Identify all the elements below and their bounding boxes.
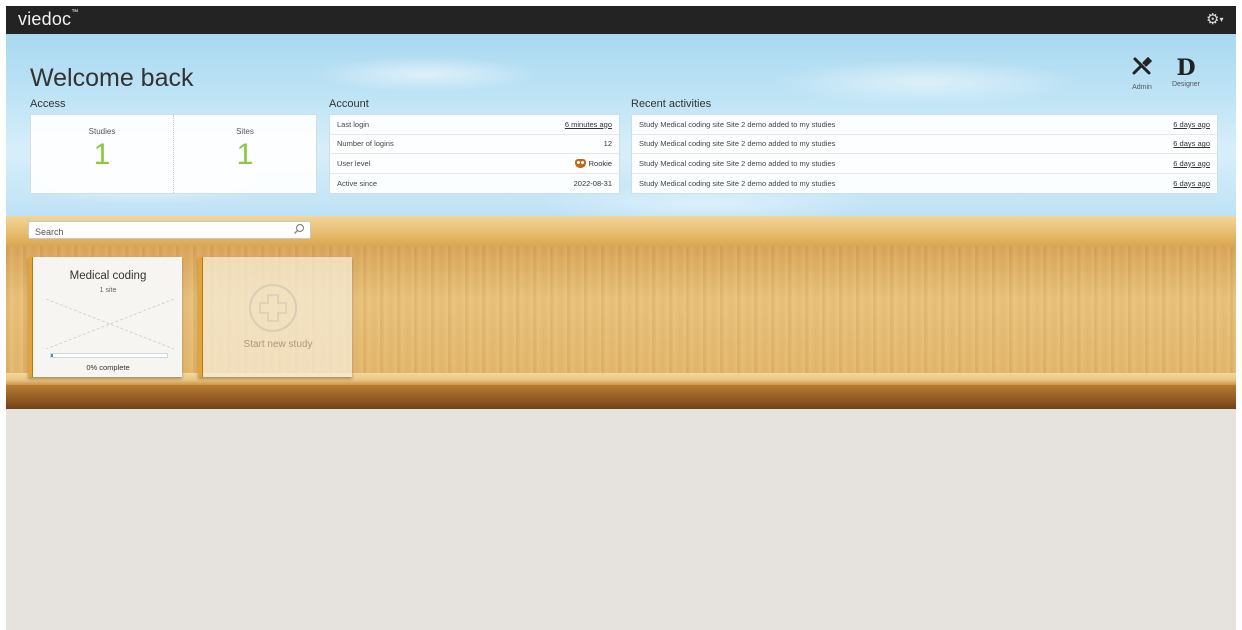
study-title: Medical coding (69, 270, 147, 282)
search-icon[interactable] (293, 223, 305, 235)
activity-time: 6 days ago (1173, 158, 1210, 168)
designer-d-icon: D (1176, 55, 1196, 81)
chevron-down-icon: ▾ (1219, 15, 1224, 24)
recent-activities-table: Study Medical coding site Site 2 demo ad… (631, 114, 1218, 194)
brand-logo[interactable]: viedoc™ (18, 9, 78, 30)
studies-count: 1 (93, 138, 111, 171)
activity-text: Study Medical coding site Site 2 demo ad… (639, 158, 836, 168)
recent-activities-title: Recent activities (631, 98, 712, 110)
progress-bar (50, 353, 168, 358)
settings-menu[interactable]: ⚙▾ (1206, 10, 1228, 30)
user-level-text: Rookie (588, 158, 612, 168)
sites-count: 1 (236, 138, 254, 171)
gear-icon: ⚙ (1206, 11, 1220, 28)
plus-circle-icon (249, 284, 297, 332)
app-frame: viedoc™ ⚙▾ Welcome back Admin D Designer… (6, 6, 1236, 630)
activity-time: 6 days ago (1173, 119, 1210, 129)
access-title: Access (30, 98, 66, 110)
logins-label: Number of logins (337, 139, 394, 149)
shelf-bottom (6, 385, 1236, 409)
last-login-label: Last login (337, 119, 370, 129)
designer-button[interactable]: D Designer (1166, 56, 1206, 88)
active-since-label: Active since (337, 178, 378, 188)
studies-label: Studies (88, 127, 116, 136)
search-box (28, 221, 311, 240)
placeholder-image-icon (46, 299, 174, 349)
access-panel: Studies 1 Sites 1 (30, 114, 317, 194)
study-sites: 1 site (99, 287, 117, 294)
top-bar: viedoc™ ⚙▾ (6, 6, 1236, 34)
account-title: Account (329, 98, 369, 110)
card-spine (28, 257, 33, 377)
logins-value: 12 (603, 139, 612, 149)
activity-text: Study Medical coding site Site 2 demo ad… (639, 178, 836, 188)
studies-stat[interactable]: Studies 1 (31, 115, 173, 193)
account-table: Last login 6 minutes ago Number of login… (329, 114, 620, 194)
page-title: Welcome back (30, 64, 194, 92)
user-level-label: User level (337, 158, 371, 168)
owl-badge-icon (574, 158, 586, 168)
table-row: Active since 2022-08-31 (330, 174, 619, 194)
activity-text: Study Medical coding site Site 2 demo ad… (639, 139, 836, 149)
search-input[interactable] (29, 224, 284, 240)
activity-time: 6 days ago (1173, 139, 1210, 149)
activity-text: Study Medical coding site Site 2 demo ad… (639, 119, 836, 129)
start-new-study-label: Start new study (243, 339, 313, 350)
admin-tools-icon (1122, 56, 1162, 83)
last-login-value: 6 minutes ago (564, 119, 612, 129)
start-new-study-card[interactable]: Start new study (198, 257, 352, 377)
admin-label: Admin (1132, 84, 1152, 91)
table-row: User level Rookie (330, 154, 619, 174)
admin-button[interactable]: Admin (1122, 56, 1162, 91)
sites-label: Sites (236, 127, 254, 136)
table-row: Number of logins 12 (330, 135, 619, 154)
active-since-value: 2022-08-31 (573, 178, 612, 188)
card-spine (198, 257, 203, 377)
table-row: Last login 6 minutes ago (330, 115, 619, 135)
shelf-ledge (6, 373, 1236, 385)
activity-row: Study Medical coding site Site 2 demo ad… (632, 135, 1217, 154)
designer-label: Designer (1171, 81, 1200, 88)
dashboard-header: Welcome back Admin D Designer Access Acc… (6, 34, 1236, 216)
sites-stat[interactable]: Sites 1 (173, 115, 316, 193)
user-level-value: Rookie (574, 158, 612, 168)
bookshelf (6, 246, 1236, 379)
activity-time: 6 days ago (1173, 178, 1210, 188)
activity-row: Study Medical coding site Site 2 demo ad… (632, 174, 1217, 194)
progress-label: 0% complete (86, 363, 130, 372)
progress-fill (51, 354, 53, 357)
activity-row: Study Medical coding site Site 2 demo ad… (632, 154, 1217, 174)
activity-row: Study Medical coding site Site 2 demo ad… (632, 115, 1217, 135)
study-card[interactable]: Medical coding 1 site 0% complete (28, 257, 182, 377)
